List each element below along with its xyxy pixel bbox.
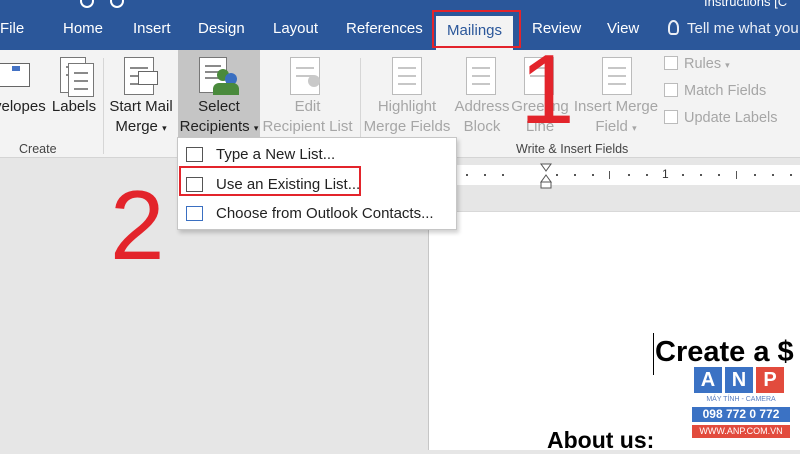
update-labels-icon — [664, 110, 678, 124]
chevron-down-icon: ▾ — [632, 123, 637, 133]
tab-insert[interactable]: Insert — [133, 20, 171, 37]
group-label-create: Create — [19, 142, 57, 156]
edit-recipient-list-button[interactable]: Edit Recipient List — [260, 97, 355, 137]
step-number-2: 2 — [110, 170, 165, 280]
chevron-down-icon: ▾ — [253, 123, 259, 133]
address-block-label-1: Address — [454, 98, 510, 115]
logo-letter-a: A — [694, 367, 722, 393]
match-fields-icon — [664, 83, 678, 97]
chevron-down-icon: ▾ — [162, 123, 167, 133]
rules-label: Rules — [684, 56, 722, 72]
tab-home[interactable]: Home — [63, 20, 103, 37]
address-block-button[interactable]: Address Block — [452, 97, 512, 137]
rules-icon — [664, 56, 678, 70]
menu-item-label: Type a New List... — [216, 146, 336, 163]
menu-item-label: Choose from Outlook Contacts... — [216, 205, 434, 222]
insert-merge-field-label-1: Insert Merge — [573, 98, 659, 115]
update-labels-label: Update Labels — [684, 110, 778, 126]
labels-button[interactable]: Labels — [50, 97, 98, 117]
horizontal-ruler[interactable]: 1 — [456, 165, 800, 185]
highlight-merge-fields-label-1: Highlight — [377, 98, 437, 115]
tab-file[interactable]: File — [0, 20, 24, 37]
tab-design[interactable]: Design — [198, 20, 245, 37]
logo-letter-n: N — [725, 367, 753, 393]
match-fields-button[interactable]: Match Fields — [664, 83, 766, 99]
window-title: Instructions [C — [704, 0, 788, 9]
tell-me-search[interactable]: Tell me what you — [668, 20, 799, 37]
lightbulb-icon — [668, 20, 679, 35]
new-list-icon — [186, 147, 203, 162]
contacts-icon — [186, 206, 203, 221]
start-mail-merge-label-2: Merge — [115, 118, 158, 135]
highlight-merge-fields-button[interactable]: Highlight Merge Fields — [362, 97, 452, 137]
envelopes-button[interactable]: velopes — [0, 97, 50, 117]
rules-button[interactable]: Rules ▾ — [664, 56, 730, 72]
anp-watermark-logo: A N P MÁY TÍNH - CAMERA 098 772 0 772 WW… — [692, 367, 790, 441]
menu-item-outlook-contacts[interactable]: Choose from Outlook Contacts... — [178, 199, 456, 229]
tab-layout[interactable]: Layout — [273, 20, 318, 37]
match-fields-label: Match Fields — [684, 83, 767, 99]
insert-merge-field-label-2: Field — [595, 118, 628, 135]
tab-view[interactable]: View — [607, 20, 639, 37]
text-cursor — [653, 333, 654, 375]
start-mail-merge-label-1: Start Mail — [109, 98, 173, 115]
edit-recipient-list-label-2: Recipient List — [262, 118, 353, 135]
document-heading: Create a $ — [655, 336, 794, 368]
indent-marker-icon[interactable] — [540, 163, 552, 189]
insert-merge-field-button[interactable]: Insert Merge Field ▾ — [570, 97, 662, 138]
group-label-write-insert: Write & Insert Fields — [516, 142, 629, 156]
logo-letter-p: P — [756, 367, 784, 393]
edit-recipient-list-label-1: Edit — [294, 98, 321, 115]
address-block-label-2: Block — [463, 118, 501, 135]
select-recipients-label-1: Select — [198, 98, 240, 115]
ruler-number: 1 — [662, 167, 669, 181]
highlight-merge-fields-label-2: Merge Fields — [363, 118, 451, 135]
highlight-box-mailings — [432, 10, 521, 48]
tab-references[interactable]: References — [346, 20, 423, 37]
select-recipients-label-2: Recipients — [179, 118, 250, 135]
logo-tagline: MÁY TÍNH - CAMERA — [706, 396, 776, 403]
start-mail-merge-button[interactable]: Start Mail Merge ▾ — [104, 97, 178, 138]
logo-website: WWW.ANP.COM.VN — [692, 425, 790, 438]
highlight-box-existing-list — [179, 166, 361, 196]
tell-me-text: Tell me what you — [687, 20, 799, 37]
chevron-down-icon: ▾ — [725, 60, 730, 70]
update-labels-button[interactable]: Update Labels — [664, 110, 778, 126]
step-number-1: 1 — [520, 34, 575, 144]
logo-phone: 098 772 0 772 — [692, 407, 790, 422]
select-recipients-button[interactable]: Select Recipients ▾ — [178, 97, 260, 138]
